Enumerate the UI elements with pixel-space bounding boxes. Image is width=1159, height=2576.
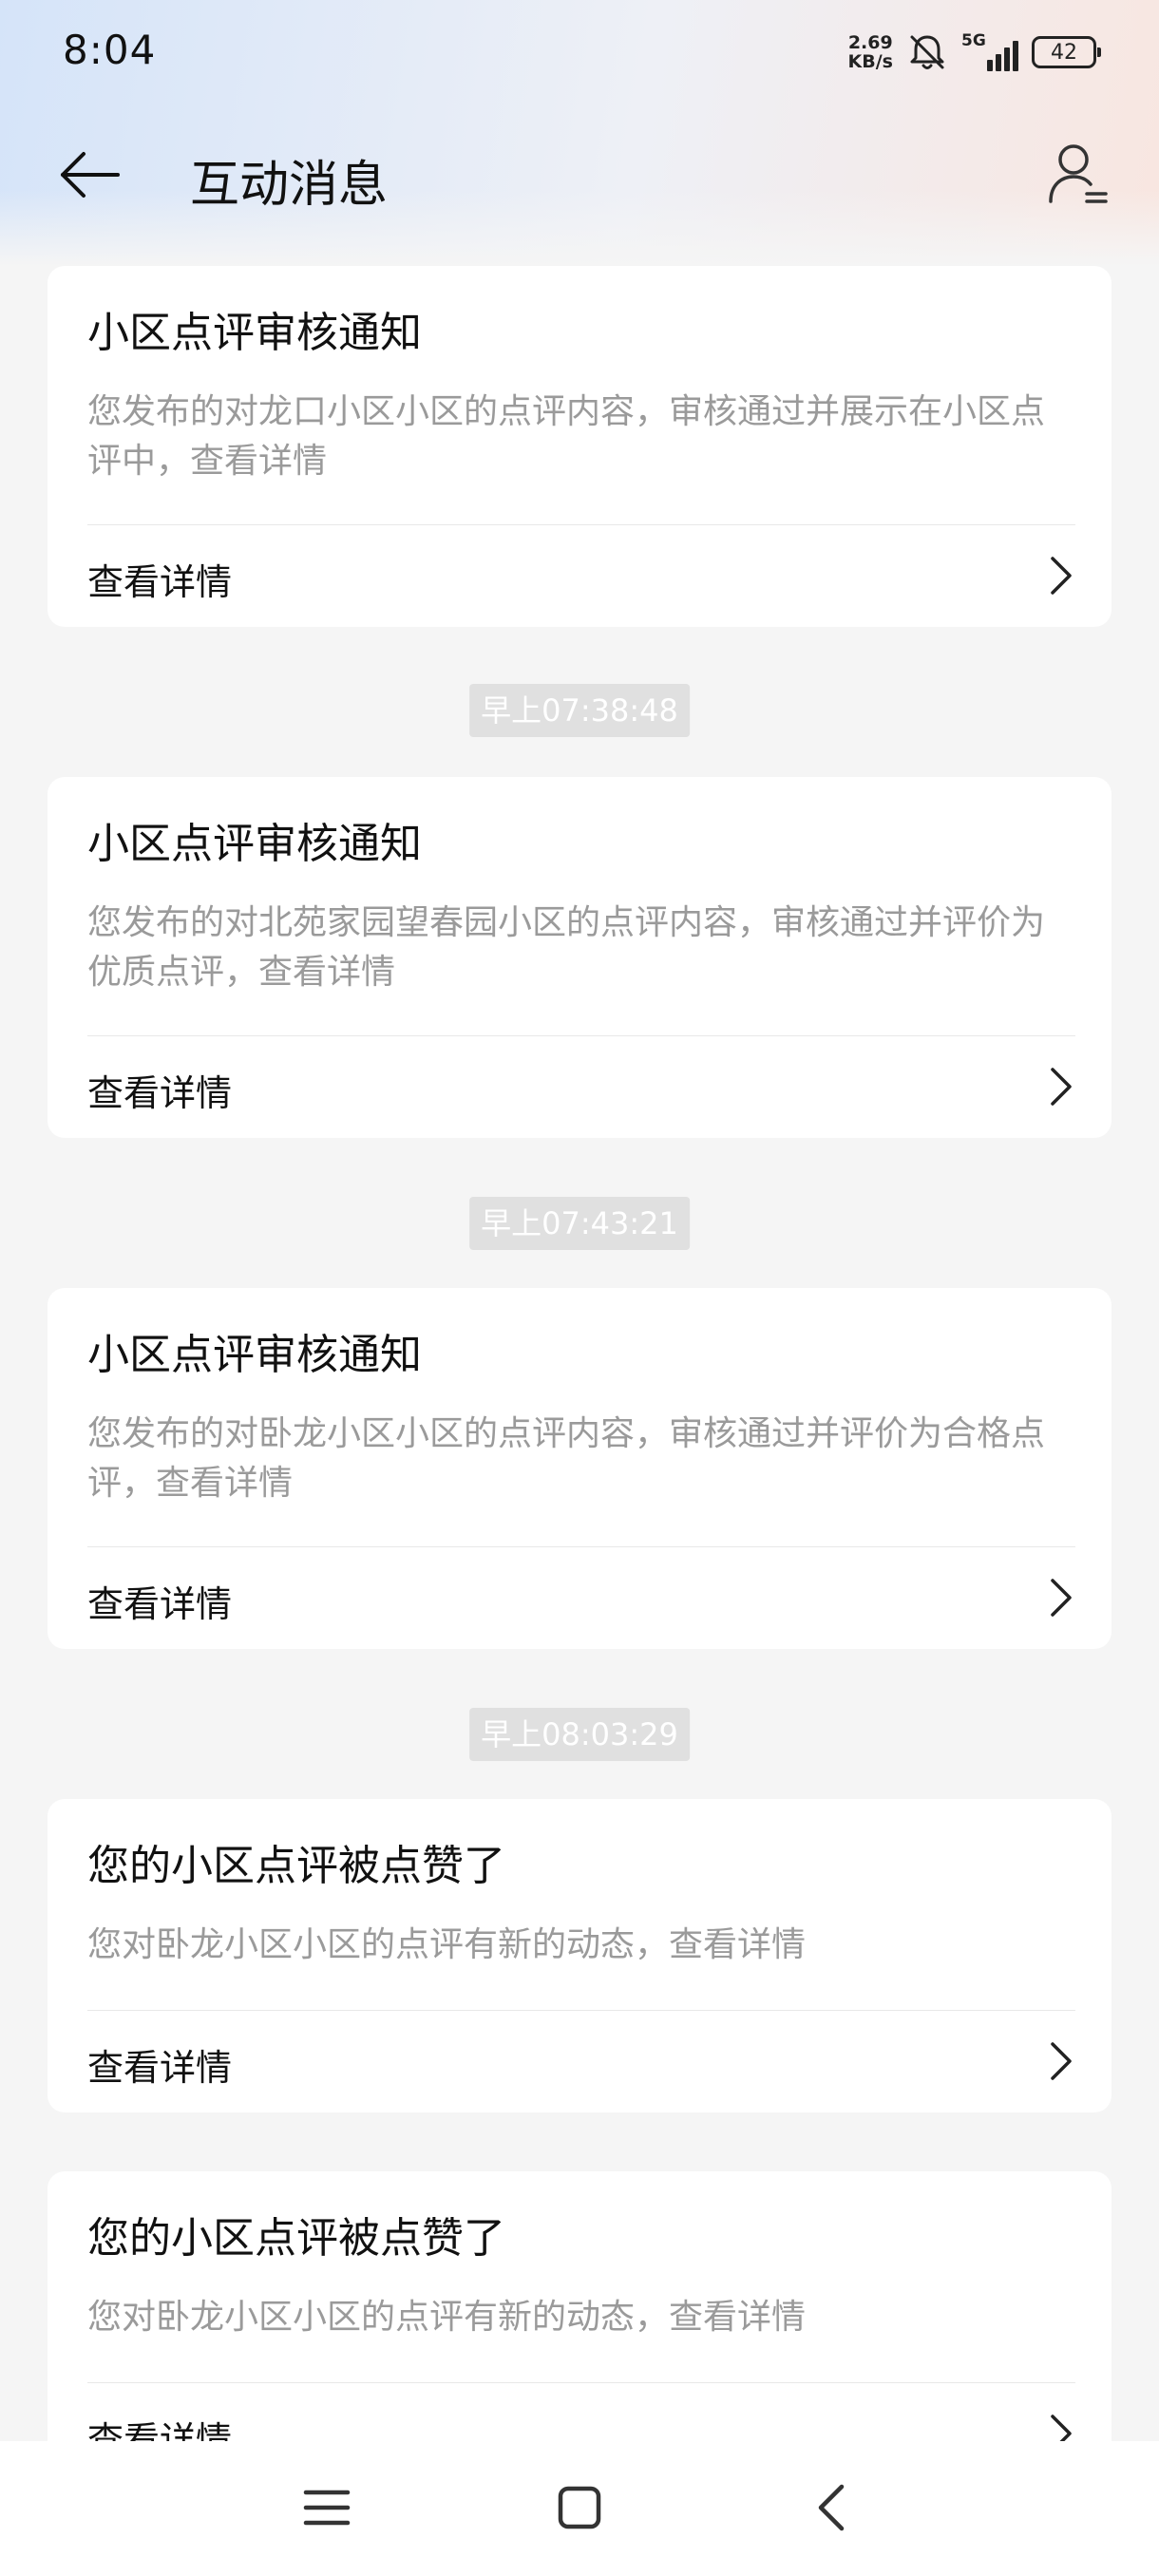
chevron-right-icon (1051, 557, 1072, 595)
home-icon[interactable] (542, 2470, 618, 2546)
status-time: 8:04 (63, 27, 157, 73)
view-details-label: 查看详情 (87, 2047, 233, 2089)
message-description: 您对卧龙小区小区的点评有新的动态，查看详情 (87, 2298, 807, 2337)
message-title: 小区点评审核通知 (87, 820, 422, 868)
system-navigation-bar (0, 2441, 1159, 2576)
status-bar: 8:04 2.69 KB/s 5G 42 (0, 0, 1159, 104)
message-title: 小区点评审核通知 (87, 309, 422, 357)
view-details-link[interactable]: 查看详情 (48, 1035, 1112, 1138)
message-title: 小区点评审核通知 (87, 1331, 422, 1379)
view-details-label: 查看详情 (87, 561, 233, 603)
cellular-signal-icon: 5G (961, 31, 1018, 71)
status-indicators: 2.69 KB/s 5G 42 (848, 27, 1101, 78)
view-details-label: 查看详情 (87, 1072, 233, 1114)
battery-level: 42 (1051, 40, 1077, 65)
message-card: 您的小区点评被点赞了 您对卧龙小区小区的点评有新的动态，查看详情 查看详情 (48, 1799, 1112, 2112)
chevron-right-icon (1051, 1579, 1072, 1617)
app-header: 互动消息 (0, 123, 1159, 228)
network-type: 5G (961, 31, 986, 50)
message-card: 小区点评审核通知 您发布的对北苑家园望春园小区的点评内容，审核通过并评价为优质点… (48, 777, 1112, 1138)
view-details-link[interactable]: 查看详情 (48, 1546, 1112, 1649)
network-speed-value: 2.69 (847, 32, 893, 53)
chevron-right-icon (1051, 1068, 1072, 1106)
message-card: 您的小区点评被点赞了 您对卧龙小区小区的点评有新的动态，查看详情 查看详情 (48, 2171, 1112, 2485)
back-icon[interactable] (794, 2470, 870, 2546)
message-card: 小区点评审核通知 您发布的对龙口小区小区的点评内容，审核通过并展示在小区点评中，… (48, 266, 1112, 627)
bell-muted-icon (910, 35, 944, 69)
user-settings-icon[interactable] (1045, 141, 1112, 209)
view-details-label: 查看详情 (87, 1583, 233, 1625)
back-arrow-icon[interactable] (57, 146, 124, 203)
message-description: 您发布的对卧龙小区小区的点评内容，审核通过并评价为合格点评，查看详情 (87, 1414, 1046, 1503)
view-details-link[interactable]: 查看详情 (48, 524, 1112, 627)
page-title: 互动消息 (190, 157, 389, 214)
chevron-right-icon (1051, 2042, 1072, 2080)
message-description: 您对卧龙小区小区的点评有新的动态，查看详情 (87, 1925, 807, 1964)
timestamp-chip: 早上08:03:29 (469, 1708, 690, 1761)
timestamp-chip: 早上07:38:48 (469, 684, 690, 737)
menu-icon[interactable] (289, 2470, 365, 2546)
message-title: 您的小区点评被点赞了 (87, 2214, 505, 2263)
battery-icon: 42 (1032, 36, 1101, 68)
network-speed-unit: KB/s (847, 51, 893, 72)
network-speed: 2.69 KB/s (848, 33, 893, 71)
message-title: 您的小区点评被点赞了 (87, 1842, 505, 1890)
timestamp-chip: 早上07:43:21 (469, 1197, 690, 1250)
message-card: 小区点评审核通知 您发布的对卧龙小区小区的点评内容，审核通过并评价为合格点评，查… (48, 1288, 1112, 1649)
message-description: 您发布的对北苑家园望春园小区的点评内容，审核通过并评价为优质点评，查看详情 (87, 903, 1046, 992)
view-details-link[interactable]: 查看详情 (48, 2010, 1112, 2112)
message-description: 您发布的对龙口小区小区的点评内容，审核通过并展示在小区点评中，查看详情 (87, 392, 1046, 481)
